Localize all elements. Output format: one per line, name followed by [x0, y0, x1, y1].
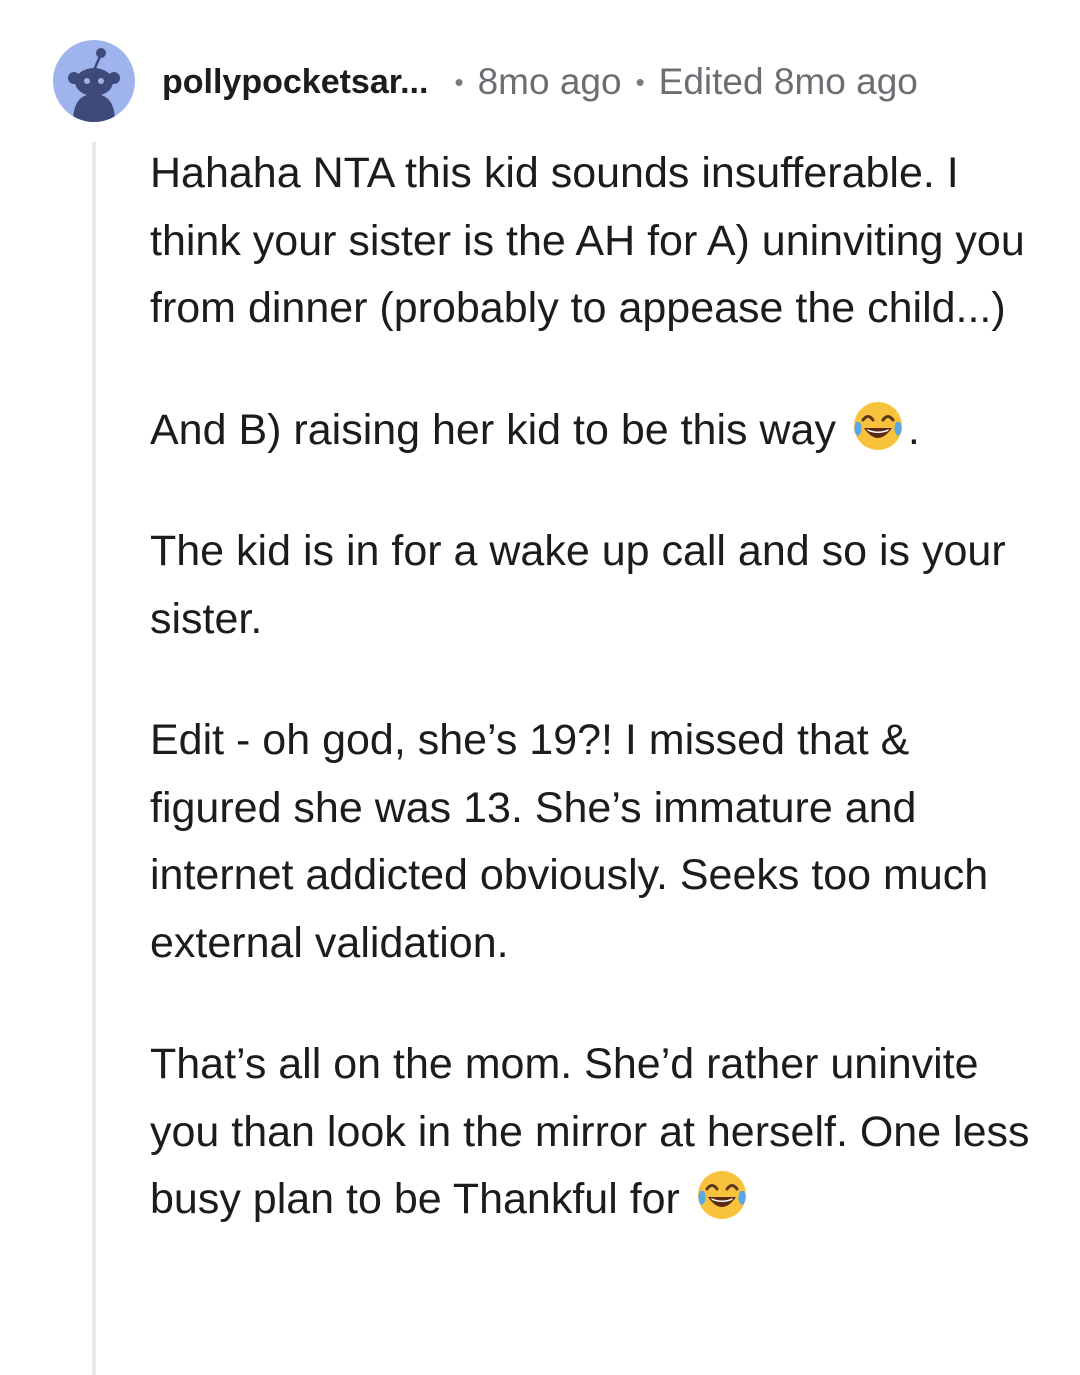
- comment-paragraph: Hahaha NTA this kid sounds insufferable.…: [150, 140, 1030, 343]
- paragraph-text: Hahaha NTA this kid sounds insufferable.…: [150, 149, 1025, 332]
- comment-paragraph: And B) raising her kid to be this way .: [150, 397, 1030, 465]
- user-avatar[interactable]: [53, 40, 135, 122]
- comment: pollypocketsar... • 8mo ago • Edited 8mo…: [0, 0, 1080, 1375]
- paragraph-text: That’s all on the mom. She’d rather unin…: [150, 1040, 1030, 1223]
- thread-line[interactable]: [92, 142, 96, 1375]
- comment-body: Hahaha NTA this kid sounds insufferable.…: [150, 140, 1030, 1288]
- face-with-tears-of-joy-icon: [697, 1171, 746, 1219]
- paragraph-text: The kid is in for a wake up call and so …: [150, 527, 1006, 643]
- separator-dot: •: [454, 66, 464, 97]
- comment-paragraph: That’s all on the mom. She’d rather unin…: [150, 1031, 1030, 1234]
- comment-paragraph: The kid is in for a wake up call and so …: [150, 518, 1030, 653]
- edited-time: Edited 8mo ago: [658, 61, 918, 102]
- face-with-tears-of-joy-icon: [853, 401, 902, 450]
- username[interactable]: pollypocketsar...: [162, 63, 428, 102]
- paragraph-suffix: .: [907, 405, 920, 454]
- comment-meta: pollypocketsar... • 8mo ago • Edited 8mo…: [162, 58, 918, 106]
- comment-paragraph: Edit - oh god, she’s 19?! I missed that …: [150, 707, 1030, 977]
- post-time: 8mo ago: [477, 61, 622, 102]
- separator-dot: •: [635, 66, 645, 97]
- paragraph-text: And B) raising her kid to be this way: [150, 405, 848, 454]
- snoo-avatar-icon: [68, 48, 120, 122]
- paragraph-text: Edit - oh god, she’s 19?! I missed that …: [150, 716, 989, 967]
